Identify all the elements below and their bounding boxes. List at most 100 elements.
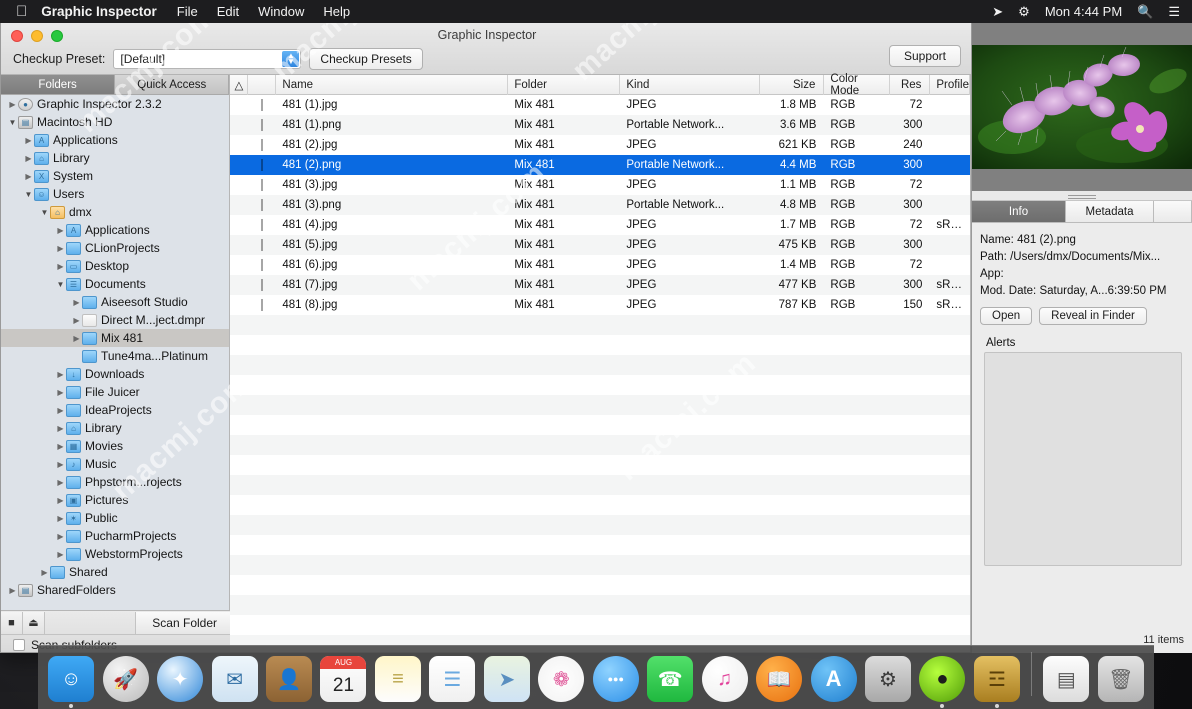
tree-item-library[interactable]: ▶⌂Library — [1, 149, 229, 167]
tree-item-tune4ma-platinum[interactable]: Tune4ma...Platinum — [1, 347, 229, 365]
tree-item-applications[interactable]: ▶AApplications — [1, 131, 229, 149]
table-row[interactable]: 481 (3).pngMix 481Portable Network...4.8… — [230, 195, 970, 215]
menu-item-help[interactable]: Help — [323, 4, 369, 19]
column-header-kind[interactable]: Kind — [620, 75, 760, 95]
chevron-right-icon[interactable]: ▶ — [71, 316, 82, 325]
eject-icon[interactable]: ⏏ — [23, 612, 45, 634]
chevron-right-icon[interactable]: ▶ — [55, 370, 66, 379]
tab-metadata[interactable]: Metadata — [1066, 201, 1154, 223]
dock-item-itunes[interactable]: ♫ — [699, 653, 749, 705]
table-row[interactable]: 481 (7).jpgMix 481JPEG477 KBRGB300sRGB I… — [230, 275, 970, 295]
chevron-right-icon[interactable]: ▶ — [71, 298, 82, 307]
dock-item-maps[interactable]: ➤ — [482, 653, 532, 705]
tree-item-pucharmprojects[interactable]: ▶PucharmProjects — [1, 527, 229, 545]
menu-app-name[interactable]: Graphic Inspector — [41, 4, 177, 19]
dock-item-ibooks[interactable]: 📖 — [754, 653, 804, 705]
tree-item-dmx[interactable]: ▼⌂dmx — [1, 203, 229, 221]
table-row[interactable]: 481 (1).jpgMix 481JPEG1.8 MBRGB72 — [230, 95, 970, 115]
tree-item-file-juicer[interactable]: ▶File Juicer — [1, 383, 229, 401]
column-header-thumb[interactable] — [248, 75, 276, 95]
tree-item-macintosh-hd[interactable]: ▼▤Macintosh HD — [1, 113, 229, 131]
chevron-down-icon[interactable]: ▼ — [23, 190, 34, 199]
alerts-box[interactable] — [984, 352, 1182, 566]
chevron-right-icon[interactable]: ▶ — [55, 424, 66, 433]
column-header-folder[interactable]: Folder — [508, 75, 620, 95]
tree-item-mix-481[interactable]: ▶Mix 481 — [1, 329, 229, 347]
chevron-right-icon[interactable]: ▶ — [7, 100, 18, 109]
tree-item-movies[interactable]: ▶▦Movies — [1, 437, 229, 455]
support-button[interactable]: Support — [889, 45, 961, 67]
table-row[interactable]: 481 (8).jpgMix 481JPEG787 KBRGB150sRGB I… — [230, 295, 970, 315]
table-row[interactable]: 481 (4).jpgMix 481JPEG1.7 MBRGB72sRGB IE… — [230, 215, 970, 235]
chevron-right-icon[interactable]: ▶ — [55, 406, 66, 415]
column-header-color-mode[interactable]: Color Mode — [824, 75, 890, 95]
tree-item-users[interactable]: ▼☺Users — [1, 185, 229, 203]
sidebar-tab-folders[interactable]: Folders — [1, 75, 115, 94]
dock-item-messages[interactable]: ●●● — [591, 653, 641, 705]
tab-info[interactable]: Info — [972, 201, 1066, 223]
file-list-rows[interactable]: 481 (1).jpgMix 481JPEG1.8 MBRGB72481 (1)… — [230, 95, 970, 652]
tree-item-documents[interactable]: ▼☰Documents — [1, 275, 229, 293]
table-row[interactable]: 481 (2).jpgMix 481JPEG621 KBRGB240 — [230, 135, 970, 155]
table-row[interactable]: 481 (1).pngMix 481Portable Network...3.6… — [230, 115, 970, 135]
menu-clock[interactable]: Mon 4:44 PM — [1045, 4, 1122, 19]
chevron-right-icon[interactable]: ▶ — [55, 478, 66, 487]
bookmark-icon[interactable]: ■ — [1, 612, 23, 634]
column-header-alert[interactable]: △ — [230, 75, 248, 95]
menu-item-edit[interactable]: Edit — [217, 4, 258, 19]
search-icon[interactable]: 🔍 — [1137, 5, 1153, 18]
menu-item-file[interactable]: File — [177, 4, 217, 19]
column-header-size[interactable]: Size — [760, 75, 824, 95]
scan-folder-button[interactable]: Scan Folder — [135, 612, 233, 634]
dock-item-notes[interactable]: ≡ — [373, 653, 423, 705]
dock-item-finder[interactable]: ☺ — [46, 653, 96, 705]
tab-extra[interactable] — [1154, 201, 1192, 223]
tree-item-shared[interactable]: ▶Shared — [1, 563, 229, 581]
panel-resize-grip[interactable] — [972, 191, 1192, 201]
tree-item-system[interactable]: ▶XSystem — [1, 167, 229, 185]
chevron-right-icon[interactable]: ▶ — [55, 550, 66, 559]
chevron-right-icon[interactable]: ▶ — [39, 568, 50, 577]
dock-item-system-preferences[interactable]: ⚙ — [863, 653, 913, 705]
tree-item-phpstorm-rojects[interactable]: ▶Phpstorm...rojects — [1, 473, 229, 491]
chevron-right-icon[interactable]: ▶ — [55, 514, 66, 523]
column-header-profile[interactable]: Profile — [930, 75, 970, 95]
dock-item-facetime[interactable]: ☎ — [645, 653, 695, 705]
chevron-right-icon[interactable]: ▶ — [55, 460, 66, 469]
folder-tree[interactable]: ▶●Graphic Inspector 2.3.2▼▤Macintosh HD▶… — [1, 95, 229, 610]
table-row[interactable]: 481 (2).pngMix 481Portable Network...4.4… — [230, 155, 970, 175]
chevron-down-icon[interactable]: ▼ — [7, 118, 18, 127]
reveal-in-finder-button[interactable]: Reveal in Finder — [1039, 307, 1147, 325]
apple-icon[interactable]:  — [0, 4, 41, 19]
chevron-down-icon[interactable]: ▼ — [55, 280, 66, 289]
dock-item-graphic-inspector[interactable]: ● — [917, 653, 967, 705]
tree-item-downloads[interactable]: ▶↓Downloads — [1, 365, 229, 383]
tree-item-pictures[interactable]: ▶▣Pictures — [1, 491, 229, 509]
open-button[interactable]: Open — [980, 307, 1032, 325]
table-row[interactable]: 481 (6).jpgMix 481JPEG1.4 MBRGB72 — [230, 255, 970, 275]
dock-item-app-store[interactable]: A — [808, 653, 858, 705]
tree-item-aiseesoft-studio[interactable]: ▶Aiseesoft Studio — [1, 293, 229, 311]
chevron-right-icon[interactable]: ▶ — [55, 532, 66, 541]
dock-item-launchpad[interactable]: 🚀 — [100, 653, 150, 705]
dock-item-trash[interactable]: 🗑 — [1096, 653, 1146, 705]
chevron-updown-icon[interactable]: ▲▼ — [282, 51, 299, 67]
tree-item-music[interactable]: ▶♪Music — [1, 455, 229, 473]
dock-item-mail[interactable]: ✉ — [209, 653, 259, 705]
chevron-right-icon[interactable]: ▶ — [55, 226, 66, 235]
dock-item-photos[interactable]: ❁ — [536, 653, 586, 705]
tree-item-ideaprojects[interactable]: ▶IdeaProjects — [1, 401, 229, 419]
chevron-right-icon[interactable]: ▶ — [55, 388, 66, 397]
chevron-right-icon[interactable]: ▶ — [71, 334, 82, 343]
table-row[interactable]: 481 (5).jpgMix 481JPEG475 KBRGB300 — [230, 235, 970, 255]
dock-item-calendar[interactable]: AUG21 — [318, 653, 368, 705]
checkup-presets-button[interactable]: Checkup Presets — [309, 48, 422, 70]
column-header-res[interactable]: Res — [890, 75, 930, 95]
sidebar-tab-quick-access[interactable]: Quick Access — [115, 75, 229, 94]
menu-item-window[interactable]: Window — [258, 4, 323, 19]
chevron-right-icon[interactable]: ▶ — [55, 442, 66, 451]
dock-item-contacts[interactable]: 👤 — [264, 653, 314, 705]
scan-subfolders-checkbox[interactable] — [13, 639, 25, 651]
list-icon[interactable]: ☰ — [1168, 5, 1180, 18]
table-row[interactable]: 481 (3).jpgMix 481JPEG1.1 MBRGB72 — [230, 175, 970, 195]
